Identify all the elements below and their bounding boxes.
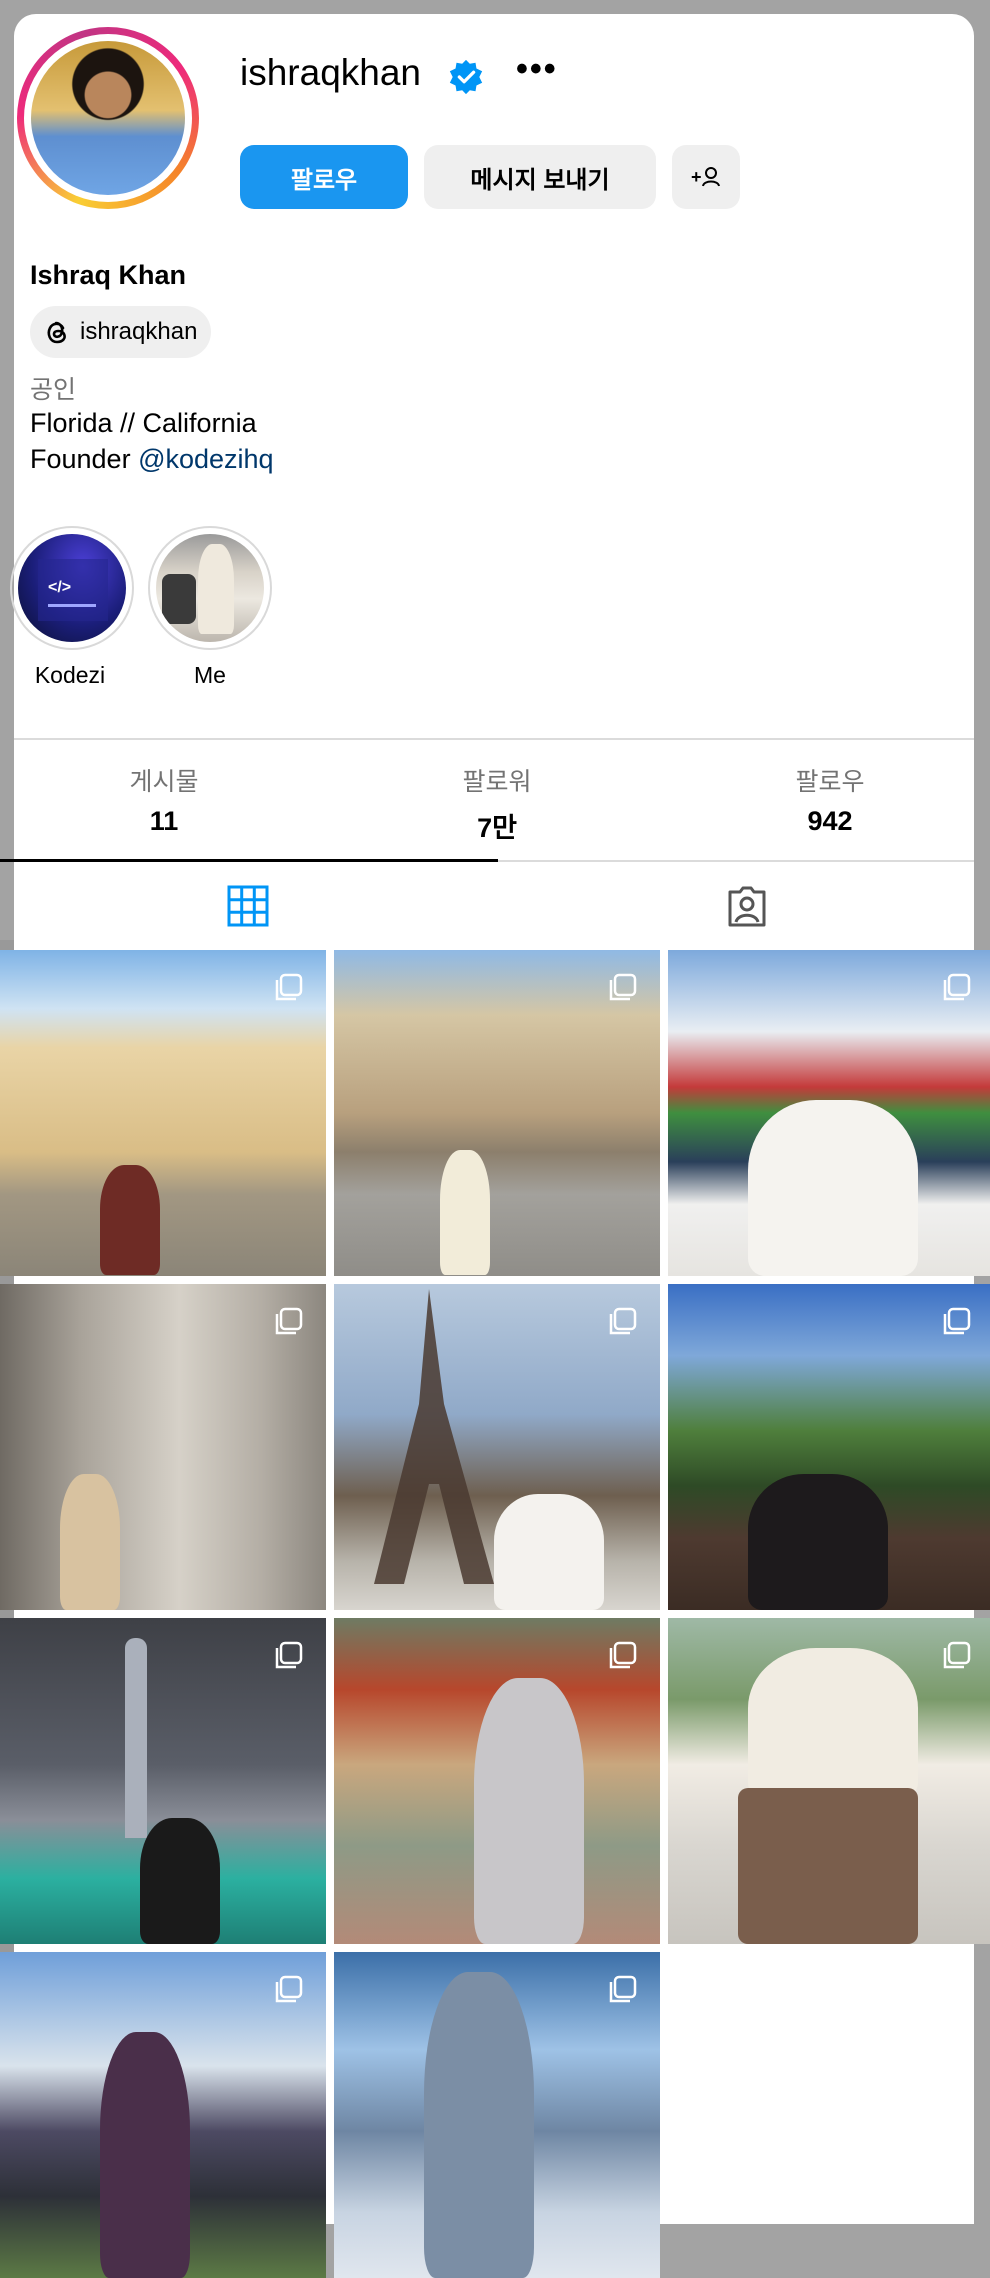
profile-avatar[interactable]	[17, 27, 199, 209]
post-thumbnail[interactable]	[334, 1618, 660, 1944]
avatar-image	[31, 41, 185, 195]
post-thumbnail[interactable]	[334, 950, 660, 1276]
carousel-icon	[943, 1307, 971, 1335]
stat-following-label: 팔로우	[795, 768, 865, 796]
message-button[interactable]: 메시지 보내기	[424, 145, 656, 209]
highlight-me[interactable]	[148, 526, 272, 650]
bio-founder-text: Founder	[30, 444, 139, 474]
highlight-kodezi-image: </>	[18, 534, 126, 642]
more-options-icon[interactable]: •••	[516, 52, 558, 86]
verified-badge-icon	[449, 59, 483, 95]
post-thumbnail[interactable]	[668, 1284, 990, 1610]
stat-following[interactable]: 팔로우 942	[680, 762, 980, 837]
profile-category: 공인	[30, 376, 77, 404]
threads-handle: ishraqkhan	[80, 318, 198, 345]
suggested-people-button[interactable]: +	[672, 145, 740, 209]
tab-tagged-icon[interactable]	[724, 884, 770, 928]
bio-line-founder: Founder @kodezihq	[30, 444, 274, 475]
post-thumbnail[interactable]	[0, 1284, 326, 1610]
carousel-icon	[943, 1641, 971, 1669]
post-thumbnail[interactable]	[668, 1618, 990, 1944]
add-person-icon: +	[691, 167, 720, 187]
stat-followers-label: 팔로워	[462, 768, 532, 796]
stat-posts: 게시물 11	[14, 762, 314, 837]
stat-posts-label: 게시물	[129, 768, 199, 796]
post-thumbnail[interactable]	[0, 1618, 326, 1944]
highlight-me-image	[156, 534, 264, 642]
post-thumbnail[interactable]	[0, 950, 326, 1276]
follow-button[interactable]: 팔로우	[240, 145, 408, 209]
carousel-icon	[275, 973, 303, 1001]
post-thumbnail[interactable]	[0, 1952, 326, 2278]
threads-badge[interactable]: ishraqkhan	[30, 306, 212, 358]
carousel-icon	[609, 1975, 637, 2003]
carousel-icon	[609, 1307, 637, 1335]
post-thumbnail[interactable]	[668, 950, 990, 1276]
post-thumbnail[interactable]	[334, 1952, 660, 2278]
carousel-icon	[275, 1641, 303, 1669]
carousel-icon	[275, 1975, 303, 2003]
highlight-kodezi[interactable]: </>	[10, 526, 134, 650]
carousel-icon	[275, 1307, 303, 1335]
highlight-kodezi-label: Kodezi	[34, 662, 106, 688]
stat-following-value: 942	[807, 806, 853, 836]
threads-icon	[47, 321, 66, 344]
carousel-icon	[943, 973, 971, 1001]
divider	[14, 738, 974, 740]
kodezi-logo-icon: </>	[38, 559, 108, 621]
carousel-icon	[609, 973, 637, 1001]
bio-mention-link[interactable]: @kodezihq	[138, 444, 274, 474]
svg-text:+: +	[691, 167, 702, 187]
stat-followers[interactable]: 팔로워 7만	[347, 762, 647, 845]
stat-followers-value: 7만	[477, 813, 517, 843]
highlight-me-label: Me	[194, 662, 226, 688]
svg-text:</>: </>	[48, 579, 71, 596]
post-thumbnail[interactable]	[334, 1284, 660, 1610]
tab-posts-grid-icon[interactable]	[226, 884, 270, 928]
profile-full-name: Ishraq Khan	[30, 260, 187, 290]
profile-username: ishraqkhan	[240, 52, 422, 93]
active-tab-indicator	[0, 859, 498, 862]
bio-line-location: Florida // California	[30, 408, 257, 438]
carousel-icon	[609, 1641, 637, 1669]
stat-posts-value: 11	[149, 806, 179, 836]
